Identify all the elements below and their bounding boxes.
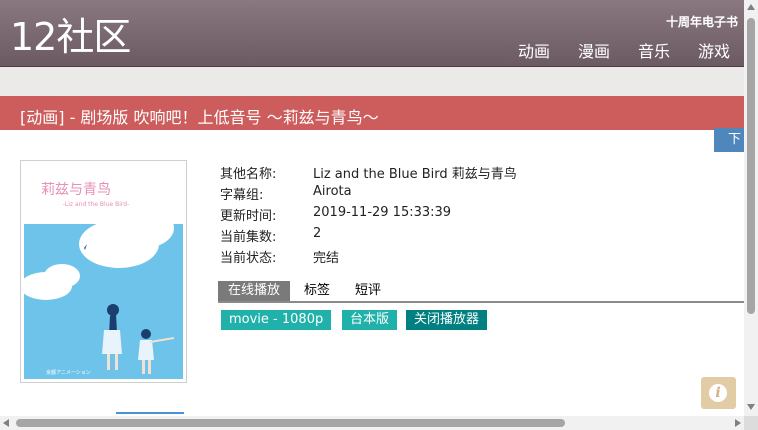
play-movie-1080p-button[interactable]: movie - 1080p [221,310,332,330]
close-player-button[interactable]: 关闭播放器 [406,310,488,330]
info-icon: i [709,384,727,402]
page-title: [动画] - 剧场版 吹响吧！上低音号 ～莉兹与青鸟～ [20,108,379,127]
info-row: 当前集数: 2 [220,226,517,247]
horizontal-scroll-thumb[interactable] [16,419,565,427]
info-row: 其他名称: Liz and the Blue Bird 莉兹与青鸟 [220,163,517,184]
scroll-down-icon[interactable] [747,404,755,410]
site-header: 12社区 十周年电子书 动画 漫画 音乐 游戏 [0,0,744,67]
info-key: 字幕组: [220,188,264,203]
poster-image: 莉兹与青鸟 -Liz and the Blue Bird- 京都アニメーション [20,160,187,383]
poster-subtitle: -Liz and the Blue Bird- [63,201,129,208]
vertical-scroll-thumb[interactable] [747,18,755,314]
tab-online-play[interactable]: 在线播放 [218,281,291,301]
info-table: 其他名称: Liz and the Blue Bird 莉兹与青鸟 字幕组: A… [220,163,517,268]
info-key: 当前状态: [220,251,277,266]
info-key: 其他名称: [220,167,277,182]
nav-anime[interactable]: 动画 [518,38,550,62]
scroll-left-icon[interactable] [3,419,9,427]
main-nav: 动画 漫画 音乐 游戏 [518,38,730,62]
anniversary-ebook-link[interactable]: 十周年电子书 [666,13,738,30]
info-value: 完结 [313,251,340,266]
poster-illustration: 莉兹与青鸟 -Liz and the Blue Bird- 京都アニメーション [24,164,183,379]
info-value: 2019-11-29 15:33:39 [313,205,452,220]
info-row: 字幕组: Airota [220,184,517,205]
page-title-bar: [动画] - 剧场版 吹响吧！上低音号 ～莉兹与青鸟～ [0,96,744,130]
download-tab[interactable]: 下 [714,128,744,152]
nav-manga[interactable]: 漫画 [578,38,610,62]
bottom-accent-line [116,412,184,414]
site-logo[interactable]: 12社区 [10,14,131,60]
horizontal-scrollbar[interactable] [0,416,744,430]
poster-title: 莉兹与青鸟 [41,182,111,198]
scroll-right-icon[interactable] [735,419,741,427]
info-key: 更新时间: [220,209,277,224]
scrollbar-corner [744,416,758,430]
play-script-version-button[interactable]: 台本版 [342,310,398,330]
content-tabs: 在线播放 标签 短评 [218,281,744,303]
nav-games[interactable]: 游戏 [698,38,730,62]
nav-music[interactable]: 音乐 [638,38,670,62]
tab-tags[interactable]: 标签 [304,281,330,301]
poster-studio: 京都アニメーション [46,369,91,376]
vertical-scrollbar[interactable] [744,0,758,416]
scroll-up-icon[interactable] [747,4,755,10]
info-value: Liz and the Blue Bird 莉兹与青鸟 [313,167,517,182]
tab-reviews[interactable]: 短评 [355,281,381,301]
info-row: 当前状态: 完结 [220,247,517,268]
info-value: 2 [313,226,322,241]
info-key: 当前集数: [220,230,277,245]
subheader-band [0,67,744,96]
info-button[interactable]: i [701,377,736,409]
info-value: Airota [313,184,352,199]
info-row: 更新时间: 2019-11-29 15:33:39 [220,205,517,226]
